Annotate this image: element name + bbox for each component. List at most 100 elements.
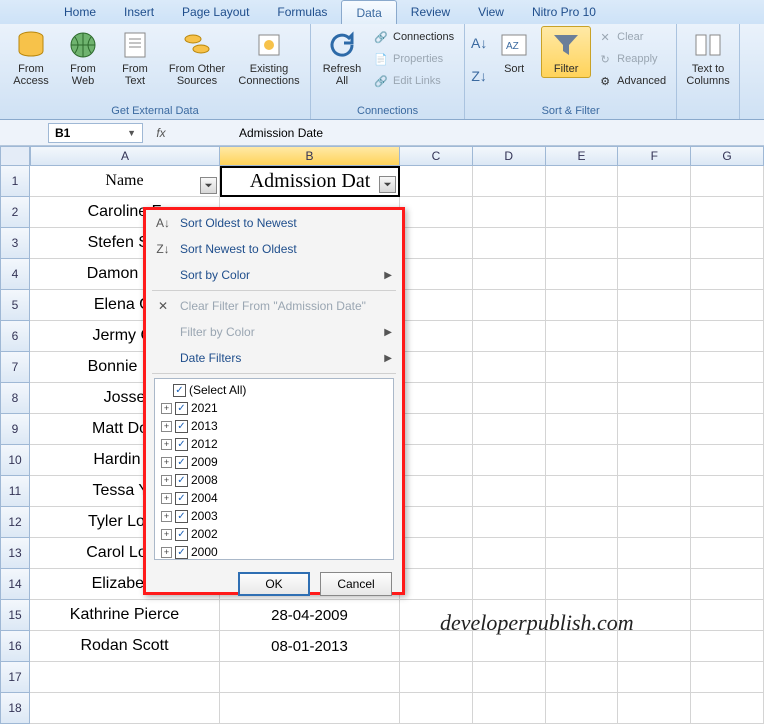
expand-icon[interactable]: + (161, 439, 172, 450)
cell[interactable] (618, 321, 691, 352)
cell[interactable] (473, 693, 546, 724)
checkbox-icon[interactable] (175, 438, 188, 451)
row-header[interactable]: 9 (0, 414, 30, 445)
cell[interactable] (618, 693, 691, 724)
cell[interactable] (691, 476, 764, 507)
checkbox-icon[interactable] (173, 384, 186, 397)
checkbox-icon[interactable] (175, 546, 188, 559)
cell[interactable] (400, 445, 473, 476)
checkbox-icon[interactable] (175, 474, 188, 487)
cell[interactable] (400, 197, 473, 228)
cell[interactable] (618, 414, 691, 445)
existing-connections-button[interactable]: Existing Connections (234, 26, 304, 90)
tree-year-item[interactable]: +2000 (157, 543, 391, 560)
cell[interactable] (546, 290, 619, 321)
column-filter-button[interactable] (200, 177, 217, 194)
cell[interactable]: Admission Dat (220, 166, 400, 197)
expand-icon[interactable]: + (161, 421, 172, 432)
cell[interactable] (618, 290, 691, 321)
cell[interactable] (400, 507, 473, 538)
checkbox-icon[interactable] (175, 420, 188, 433)
checkbox-icon[interactable] (175, 510, 188, 523)
from-text-button[interactable]: From Text (110, 26, 160, 90)
cell[interactable] (473, 259, 546, 290)
cell[interactable] (546, 414, 619, 445)
select-all-corner[interactable] (0, 146, 30, 166)
cell[interactable] (400, 476, 473, 507)
cell[interactable] (473, 166, 546, 197)
cell[interactable] (400, 662, 473, 693)
cell[interactable] (691, 662, 764, 693)
col-header-a[interactable]: A (30, 146, 220, 166)
cell[interactable] (618, 259, 691, 290)
tree-year-item[interactable]: +2004 (157, 489, 391, 507)
row-header[interactable]: 4 (0, 259, 30, 290)
cell[interactable] (691, 445, 764, 476)
cell[interactable] (691, 600, 764, 631)
cell[interactable]: Name (30, 166, 220, 197)
expand-icon[interactable]: + (161, 457, 172, 468)
row-header[interactable]: 5 (0, 290, 30, 321)
cell[interactable] (618, 352, 691, 383)
fx-icon[interactable]: fx (149, 126, 173, 140)
reapply-button[interactable]: ↻Reapply (593, 48, 670, 70)
expand-icon[interactable]: + (161, 475, 172, 486)
cell[interactable] (618, 228, 691, 259)
cell[interactable] (691, 414, 764, 445)
cell[interactable]: 08-01-2013 (220, 631, 400, 662)
tree-year-item[interactable]: +2003 (157, 507, 391, 525)
col-header-b[interactable]: B (220, 146, 400, 166)
filter-values-tree[interactable]: (Select All) +2021+2013+2012+2009+2008+2… (154, 378, 394, 560)
row-header[interactable]: 6 (0, 321, 30, 352)
text-to-columns-button[interactable]: Text to Columns (683, 26, 733, 90)
row-header[interactable]: 14 (0, 569, 30, 600)
cell[interactable] (691, 569, 764, 600)
expand-icon[interactable]: + (161, 529, 172, 540)
row-header[interactable]: 12 (0, 507, 30, 538)
cell[interactable] (618, 662, 691, 693)
cell[interactable] (473, 352, 546, 383)
cell[interactable] (691, 352, 764, 383)
cell[interactable] (691, 507, 764, 538)
cell[interactable]: 28-04-2009 (220, 600, 400, 631)
cell[interactable] (618, 383, 691, 414)
cell[interactable]: Kathrine Pierce (30, 600, 220, 631)
row-header[interactable]: 3 (0, 228, 30, 259)
cell[interactable] (691, 321, 764, 352)
sort-button[interactable]: AZ Sort (489, 26, 539, 78)
cell[interactable] (473, 290, 546, 321)
row-header[interactable]: 1 (0, 166, 30, 197)
cell[interactable] (546, 507, 619, 538)
cell[interactable] (546, 445, 619, 476)
column-filter-button[interactable] (379, 176, 396, 193)
cell[interactable] (691, 693, 764, 724)
cell[interactable] (546, 166, 619, 197)
cell[interactable] (400, 538, 473, 569)
col-header-c[interactable]: C (400, 146, 473, 166)
cell[interactable] (618, 197, 691, 228)
row-header[interactable]: 8 (0, 383, 30, 414)
cell[interactable] (473, 507, 546, 538)
cell[interactable] (546, 228, 619, 259)
cell[interactable] (618, 507, 691, 538)
cell[interactable] (400, 383, 473, 414)
col-header-g[interactable]: G (691, 146, 764, 166)
row-header[interactable]: 13 (0, 538, 30, 569)
cell[interactable] (546, 321, 619, 352)
formula-input[interactable]: Admission Date (233, 126, 764, 140)
tab-data[interactable]: Data (341, 0, 396, 24)
cell[interactable] (30, 662, 220, 693)
cell[interactable] (400, 228, 473, 259)
tree-year-item[interactable]: +2012 (157, 435, 391, 453)
cell[interactable] (30, 693, 220, 724)
row-header[interactable]: 10 (0, 445, 30, 476)
advanced-filter-button[interactable]: ⚙Advanced (593, 70, 670, 92)
sort-newest-oldest[interactable]: Z↓Sort Newest to Oldest (146, 236, 402, 262)
cell[interactable] (618, 166, 691, 197)
cell[interactable] (691, 259, 764, 290)
tab-nitro[interactable]: Nitro Pro 10 (518, 0, 610, 24)
cell[interactable] (400, 693, 473, 724)
row-header[interactable]: 15 (0, 600, 30, 631)
cell[interactable] (546, 383, 619, 414)
refresh-all-button[interactable]: Refresh All (317, 26, 367, 90)
